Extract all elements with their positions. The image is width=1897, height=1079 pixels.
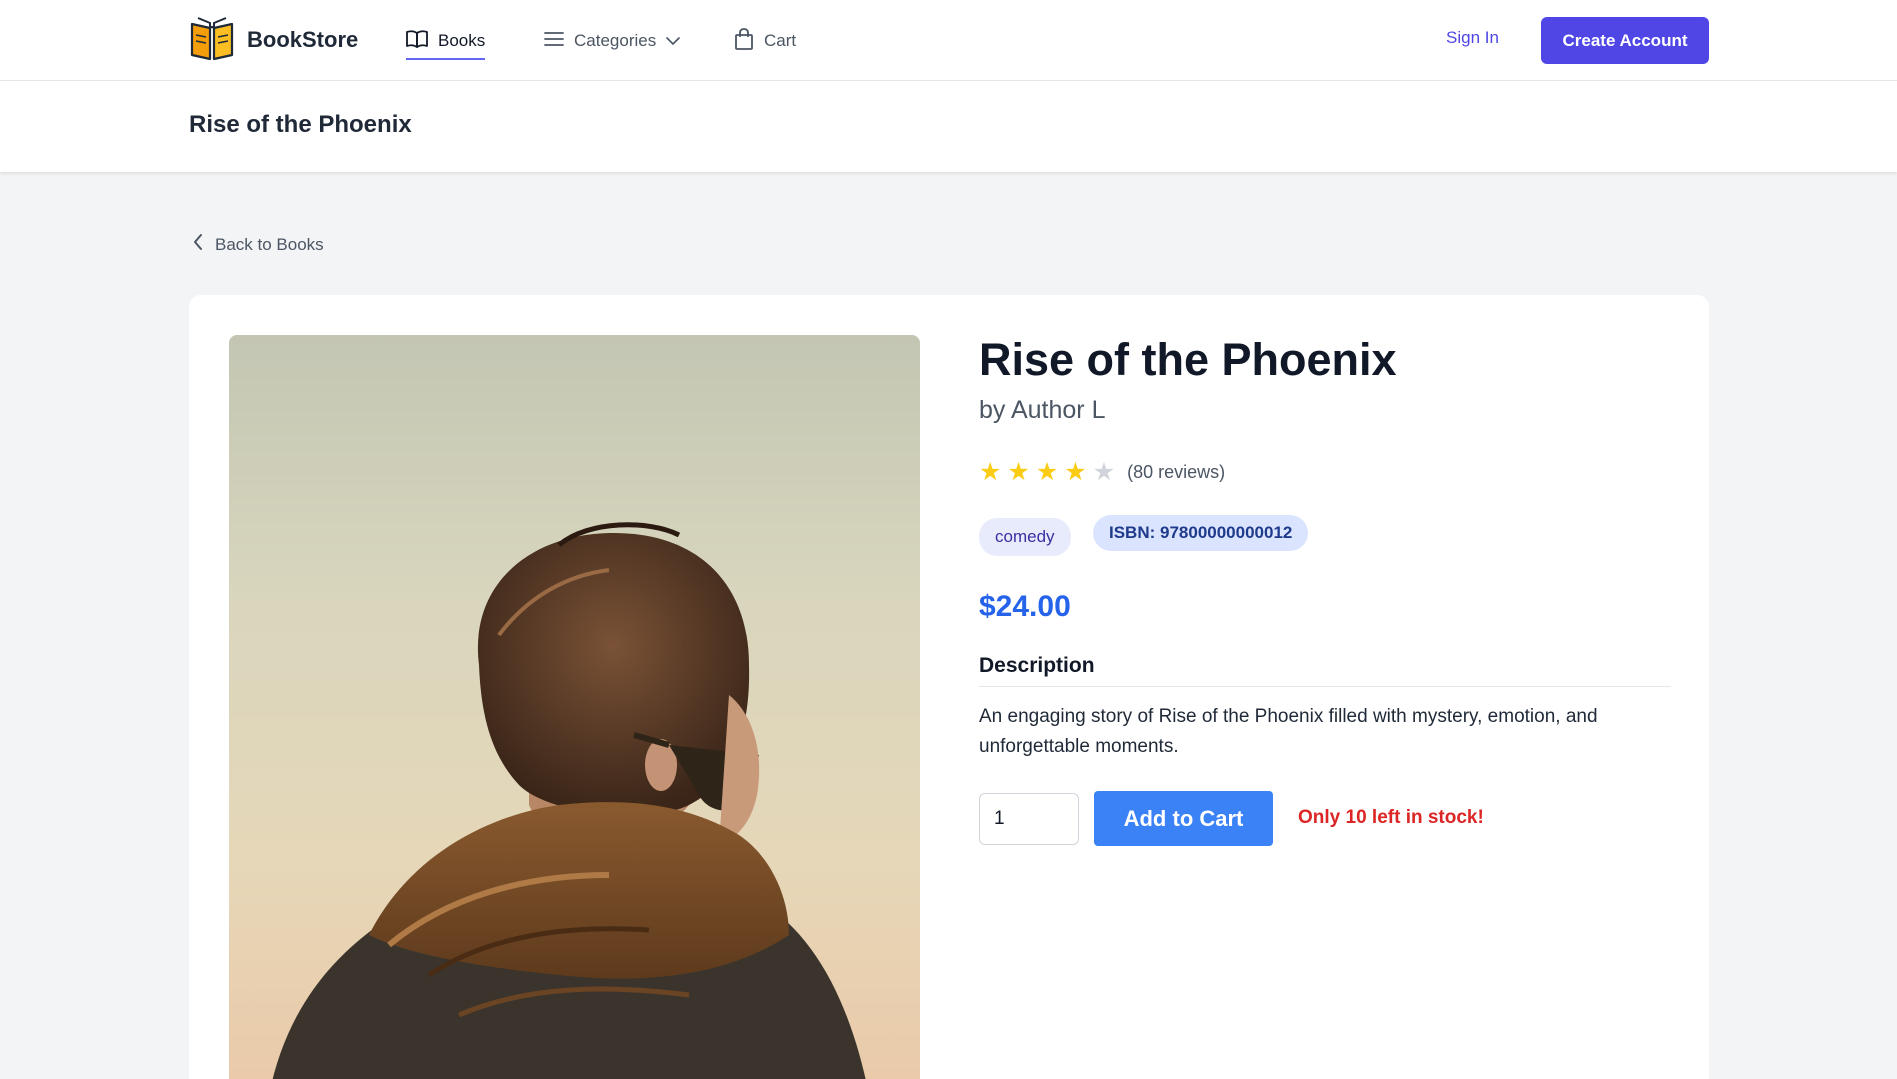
top-navigation: BookStore Books Categories Cart Sign In … bbox=[0, 0, 1897, 81]
book-icon bbox=[406, 29, 428, 54]
stock-warning: Only 10 left in stock! bbox=[1298, 807, 1484, 828]
book-author: by Author L bbox=[979, 396, 1106, 424]
back-to-books-label: Back to Books bbox=[215, 234, 324, 254]
nav-categories-label: Categories bbox=[574, 31, 657, 50]
nav-books-label: Books bbox=[438, 31, 486, 50]
star-icon: ★ bbox=[1007, 458, 1030, 486]
star-icon: ★ bbox=[1035, 458, 1059, 486]
genre-badge: comedy bbox=[979, 518, 1071, 556]
chevron-left-icon bbox=[193, 233, 203, 256]
shopping-bag-icon bbox=[734, 27, 754, 55]
nav-categories[interactable]: Categories bbox=[544, 24, 681, 58]
book-cover-image bbox=[229, 335, 920, 1079]
book-title: Rise of the Phoenix bbox=[979, 334, 1397, 385]
star-icon: ★ bbox=[1064, 458, 1087, 486]
back-to-books-link[interactable]: Back to Books bbox=[193, 233, 324, 256]
chevron-down-icon bbox=[666, 31, 681, 51]
isbn-badge: ISBN: 97800000000012 bbox=[1093, 515, 1309, 551]
review-count: (80 reviews) bbox=[1127, 462, 1226, 482]
brand-link[interactable]: BookStore bbox=[189, 16, 358, 64]
book-info: Rise of the Phoenix by Author L ★ ★ ★ ★ … bbox=[979, 332, 1671, 846]
book-logo-icon bbox=[189, 15, 235, 66]
book-price: $24.00 bbox=[979, 590, 1071, 623]
description-text: An engaging story of Rise of the Phoenix… bbox=[979, 706, 1598, 757]
star-empty-icon: ★ bbox=[1092, 458, 1116, 486]
create-account-button[interactable]: Create Account bbox=[1541, 17, 1709, 64]
sign-in-link[interactable]: Sign In bbox=[1446, 28, 1499, 48]
add-to-cart-button[interactable]: Add to Cart bbox=[1094, 791, 1273, 846]
rating: ★ ★ ★ ★ ★ (80 reviews) bbox=[979, 460, 1225, 485]
description-heading: Description bbox=[979, 654, 1671, 687]
menu-lines-icon bbox=[544, 31, 564, 52]
nav-cart-label: Cart bbox=[764, 31, 797, 50]
star-icon: ★ bbox=[979, 458, 1002, 486]
page-header: Rise of the Phoenix bbox=[0, 81, 1897, 172]
quantity-input[interactable] bbox=[979, 793, 1079, 845]
brand-name: BookStore bbox=[247, 27, 359, 52]
page-title: Rise of the Phoenix bbox=[189, 111, 412, 138]
nav-books[interactable]: Books bbox=[406, 24, 486, 60]
nav-cart[interactable]: Cart bbox=[734, 24, 796, 58]
